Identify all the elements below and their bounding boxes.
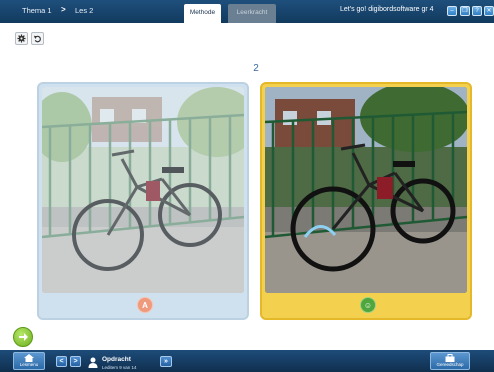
breadcrumb-theme[interactable]: Thema 1	[22, 6, 52, 15]
next-button[interactable]	[13, 327, 33, 347]
arrow-right-icon	[19, 333, 28, 341]
close-button[interactable]: ✕	[484, 6, 494, 16]
undo-icon	[33, 35, 41, 43]
undo-button[interactable]	[31, 32, 44, 45]
home-icon	[24, 354, 34, 362]
assignment-title: Opdracht	[102, 356, 131, 363]
gereedschap-button[interactable]: Gereedschap	[430, 352, 470, 370]
restore-button[interactable]: ❐	[460, 6, 470, 16]
help-button[interactable]: ?	[472, 6, 482, 16]
answer-a-badge[interactable]: A	[137, 297, 153, 313]
top-bar: Thema 1 > Les 2 Methode Leerkracht Let's…	[0, 0, 494, 23]
answer-b-badge[interactable]: ☺	[360, 297, 376, 313]
toolbox-icon	[445, 354, 455, 362]
tab-leerkracht[interactable]: Leerkracht	[228, 4, 276, 23]
user-icon	[88, 357, 98, 368]
tab-methode[interactable]: Methode	[184, 4, 221, 23]
bicycle-photo	[42, 87, 244, 293]
lesmenu-label: Lesmenu	[19, 362, 39, 367]
lesmenu-button[interactable]: Lesmenu	[13, 352, 45, 370]
next-page-button[interactable]: >	[70, 356, 81, 367]
breadcrumb-separator: >	[61, 5, 66, 14]
app-title: Let's go! digibordsoftware gr 4	[340, 6, 434, 13]
assignment-progress: Leditem 9 van 14	[102, 365, 137, 370]
bicycle-photo	[265, 87, 467, 293]
gereedschap-label: Gereedschap	[436, 362, 464, 367]
gear-icon	[17, 34, 26, 43]
minimize-button[interactable]: –	[447, 6, 457, 16]
skip-button[interactable]: »	[160, 356, 172, 367]
breadcrumb-lesson[interactable]: Les 2	[75, 6, 93, 15]
previous-button[interactable]: <	[56, 356, 67, 367]
answer-card-b[interactable]: ☺	[260, 82, 472, 320]
page-number: 2	[253, 63, 259, 74]
settings-button[interactable]	[15, 32, 28, 45]
answer-card-a[interactable]: A	[37, 82, 249, 320]
